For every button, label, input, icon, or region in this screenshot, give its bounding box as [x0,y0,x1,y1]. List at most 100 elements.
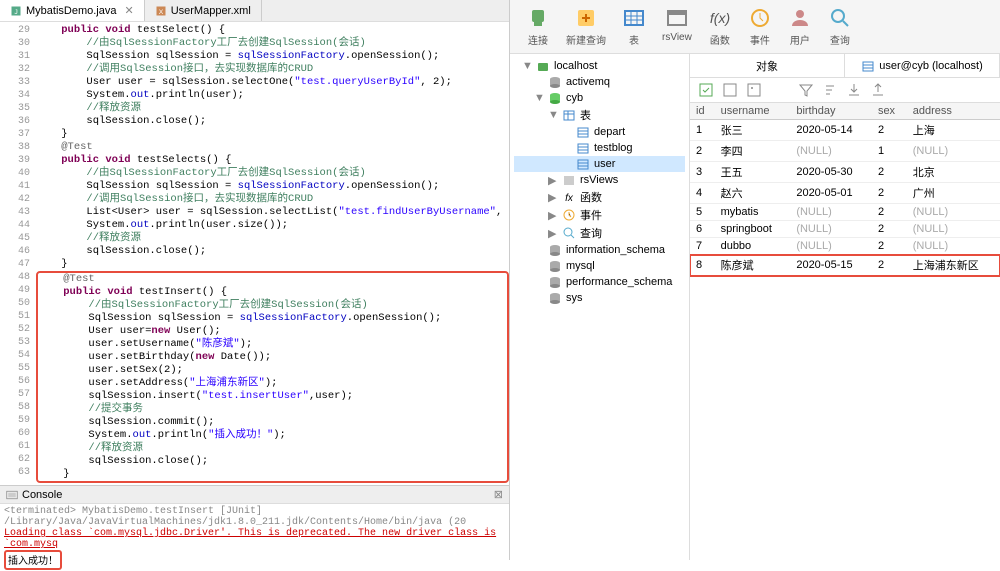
table-row[interactable]: 5mybatis(NULL)2(NULL) [690,204,1000,221]
code-line[interactable]: sqlSession.insert("test.insertUser",user… [38,390,507,403]
code-line[interactable]: //调用SqlSession接口，去实现数据库的CRUD [36,193,509,206]
code-line[interactable]: public void testSelects() { [36,154,509,167]
table-cell[interactable]: 1 [690,120,715,141]
column-header[interactable]: id [690,103,715,120]
column-header[interactable]: address [907,103,1000,120]
column-header[interactable]: sex [872,103,907,120]
column-header[interactable]: username [715,103,791,120]
table-cell[interactable]: 4 [690,183,715,204]
table-row[interactable]: 2李四(NULL)1(NULL) [690,141,1000,162]
tree-node-depart[interactable]: depart [514,124,685,140]
export-icon[interactable] [870,82,886,98]
close-icon[interactable]: ⊠ [494,488,503,501]
table-cell[interactable]: 2 [872,204,907,221]
code-line[interactable]: //由SqlSessionFactory工厂去创建SqlSession(会话) [36,37,509,50]
table-cell[interactable]: (NULL) [790,238,872,255]
filter-icon[interactable] [798,82,814,98]
table-cell[interactable]: 2 [690,141,715,162]
code-line[interactable]: user.setBirthday(new Date()); [38,351,507,364]
code-line[interactable]: } [36,128,509,141]
table-cell[interactable]: 7 [690,238,715,255]
code-line[interactable]: List<User> user = sqlSession.selectList(… [36,206,509,219]
tree-node-performance_schema[interactable]: performance_schema [514,274,685,290]
toolbar-plus[interactable]: 新建查询 [558,4,614,49]
tree-node-information_schema[interactable]: information_schema [514,242,685,258]
editor-tab[interactable]: JMybatisDemo.java✕ [0,0,145,21]
table-cell[interactable]: 张三 [715,120,791,141]
table-cell[interactable]: 2020-05-14 [790,120,872,141]
tree-node-localhost[interactable]: ▼localhost [514,58,685,74]
table-cell[interactable]: 8 [690,255,715,276]
table-cell[interactable]: 2 [872,183,907,204]
tree-node-sys[interactable]: sys [514,290,685,306]
code-line[interactable]: //释放资源 [38,442,507,455]
editor-tab[interactable]: XUserMapper.xml [145,0,262,21]
close-icon[interactable]: ✕ [124,4,133,17]
code-line[interactable]: sqlSession.commit(); [38,416,507,429]
sort-icon[interactable] [822,82,838,98]
code-line[interactable]: //调用SqlSession接口，去实现数据库的CRUD [36,63,509,76]
table-cell[interactable]: 赵六 [715,183,791,204]
code-line[interactable]: user.setSex(2); [38,364,507,377]
table-cell[interactable]: 3 [690,162,715,183]
table-cell[interactable]: 1 [872,141,907,162]
table-row[interactable]: 6springboot(NULL)2(NULL) [690,221,1000,238]
code-line[interactable]: //提交事务 [38,403,507,416]
toolbar-table[interactable]: 表 [614,4,654,49]
table-cell[interactable]: 上海浦东新区 [907,255,1000,276]
import-icon[interactable] [846,82,862,98]
table-cell[interactable]: 2020-05-15 [790,255,872,276]
table-row[interactable]: 1张三2020-05-142上海 [690,120,1000,141]
table-cell[interactable]: dubbo [715,238,791,255]
table-cell[interactable]: 北京 [907,162,1000,183]
code-line[interactable]: SqlSession sqlSession = sqlSessionFactor… [36,50,509,63]
toolbar-search[interactable]: 查询 [820,4,860,49]
code-line[interactable]: @Test [38,273,507,286]
code-line[interactable]: SqlSession sqlSession = sqlSessionFactor… [38,312,507,325]
table-cell[interactable]: (NULL) [907,204,1000,221]
table-cell[interactable]: (NULL) [790,204,872,221]
column-header[interactable]: birthday [790,103,872,120]
code-area[interactable]: public void testSelect() { //由SqlSession… [36,22,509,485]
code-line[interactable]: //由SqlSessionFactory工厂去创建SqlSession(会话) [38,299,507,312]
tree-node-rsViews[interactable]: ▶rsViews [514,172,685,188]
code-line[interactable]: System.out.println("插入成功！"); [38,429,507,442]
code-line[interactable]: } [36,258,509,271]
table-cell[interactable]: 2020-05-01 [790,183,872,204]
table-cell[interactable]: 2 [872,238,907,255]
code-line[interactable]: User user = sqlSession.selectOne("test.q… [36,76,509,89]
code-line[interactable]: User user=new User(); [38,325,507,338]
console-body[interactable]: <terminated> MybatisDemo.testInsert [JUn… [0,504,509,571]
code-line[interactable]: //释放资源 [36,232,509,245]
image-icon[interactable] [746,82,762,98]
text-icon[interactable] [722,82,738,98]
table-cell[interactable]: 2 [872,255,907,276]
table-row[interactable]: 7dubbo(NULL)2(NULL) [690,238,1000,255]
table-row[interactable]: 4赵六2020-05-012广州 [690,183,1000,204]
table-cell[interactable]: 广州 [907,183,1000,204]
code-line[interactable]: public void testInsert() { [38,286,507,299]
table-cell[interactable]: 2 [872,120,907,141]
table-cell[interactable]: 上海 [907,120,1000,141]
table-cell[interactable]: 2 [872,221,907,238]
table-cell[interactable]: 2020-05-30 [790,162,872,183]
tree-node-activemq[interactable]: activemq [514,74,685,90]
tree-node-表[interactable]: ▼表 [514,106,685,124]
code-line[interactable]: //由SqlSessionFactory工厂去创建SqlSession(会话) [36,167,509,180]
table-cell[interactable]: 6 [690,221,715,238]
code-line[interactable]: @Test [36,141,509,154]
table-cell[interactable]: 李四 [715,141,791,162]
console-header[interactable]: Console ⊠ [0,486,509,504]
table-cell[interactable]: 5 [690,204,715,221]
table-row[interactable]: 8陈彦斌2020-05-152上海浦东新区 [690,255,1000,276]
code-line[interactable]: //释放资源 [36,102,509,115]
data-tab[interactable]: user@cyb (localhost) [845,54,1000,77]
data-tab[interactable]: 对象 [690,54,845,77]
toolbar-user[interactable]: 用户 [780,4,820,49]
code-line[interactable]: System.out.println(user.size()); [36,219,509,232]
code-line[interactable]: user.setAddress("上海浦东新区"); [38,377,507,390]
toolbar-view[interactable]: rsView [654,4,700,49]
table-cell[interactable]: (NULL) [907,141,1000,162]
toolbar-clock[interactable]: 事件 [740,4,780,49]
tree-node-cyb[interactable]: ▼cyb [514,90,685,106]
